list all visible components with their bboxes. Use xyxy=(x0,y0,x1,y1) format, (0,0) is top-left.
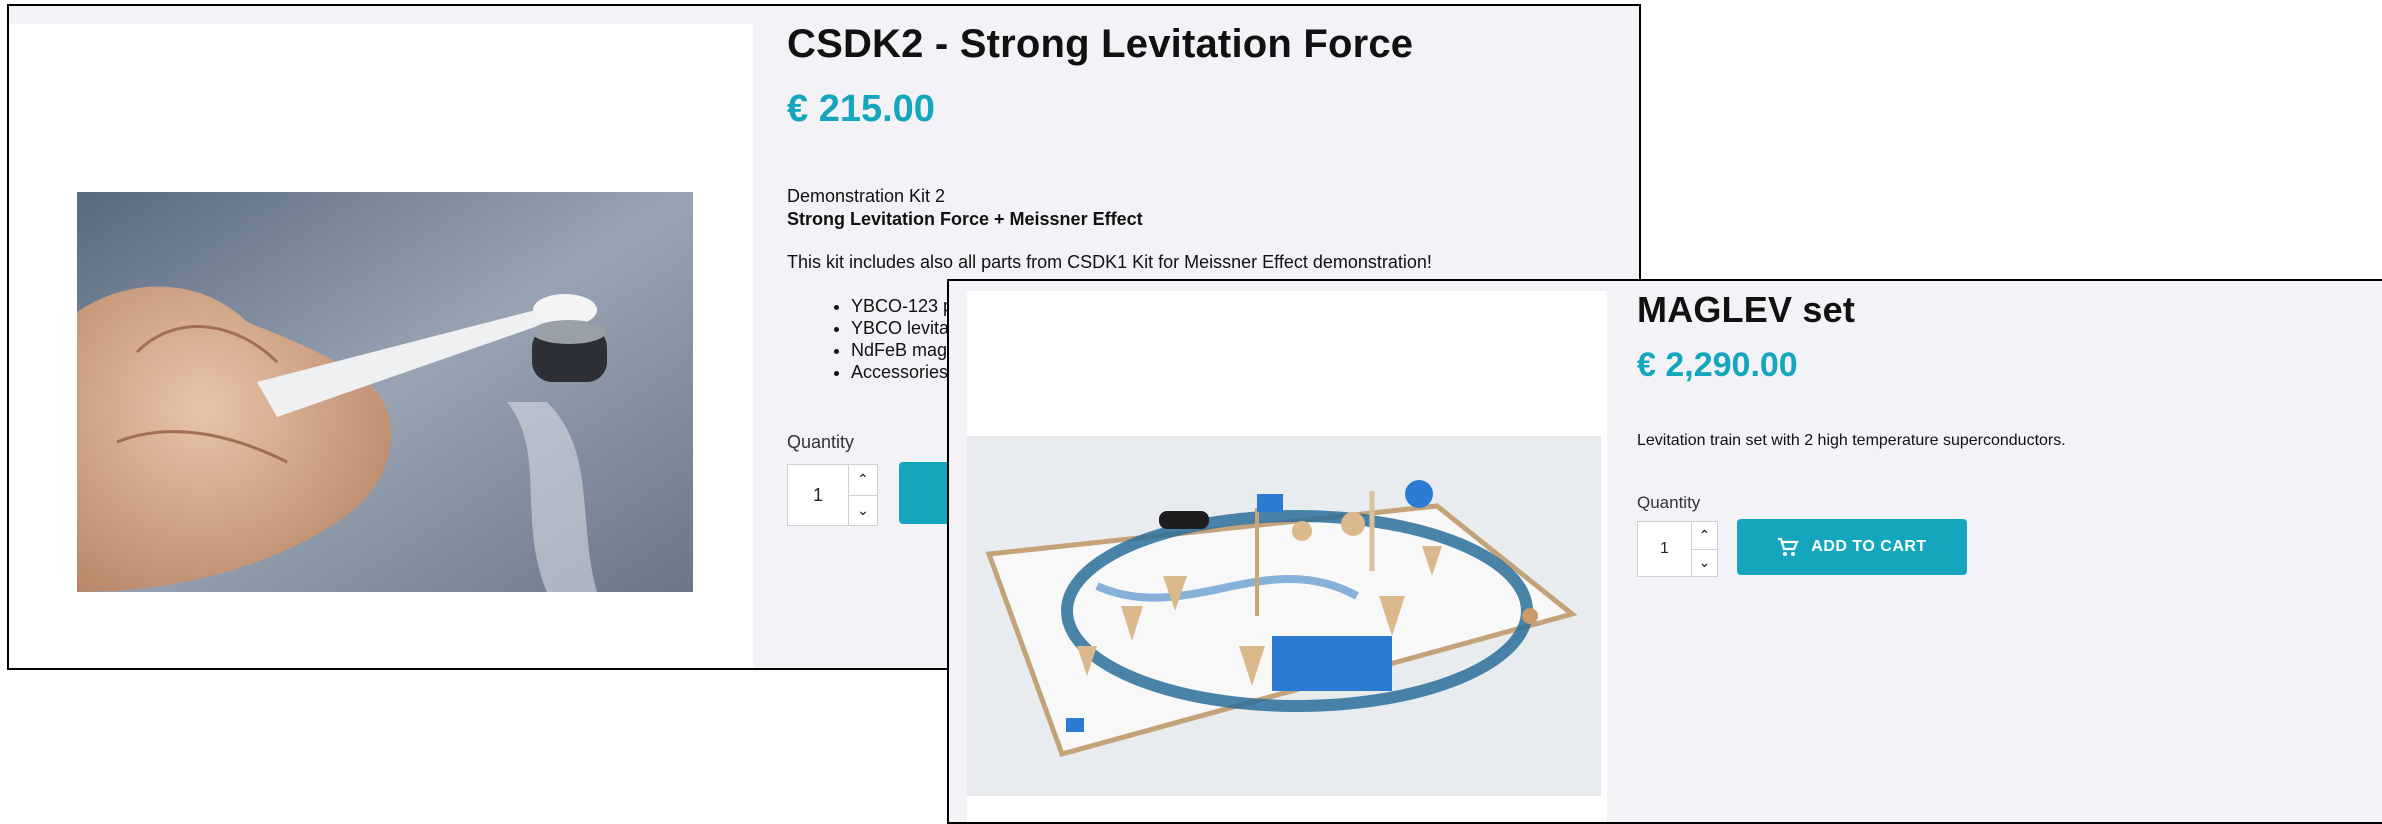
product-price: € 2,290.00 xyxy=(1637,346,1798,384)
add-to-cart-button[interactable]: ADD TO CART xyxy=(1737,519,1967,575)
quantity-input[interactable] xyxy=(1637,521,1692,577)
product-title: MAGLEV set xyxy=(1637,289,1856,330)
product-photo-maglev xyxy=(967,436,1601,796)
product-image-container xyxy=(967,291,1607,822)
quantity-stepper[interactable]: ⌃ ⌄ xyxy=(848,464,878,526)
chevron-up-icon[interactable]: ⌃ xyxy=(849,465,877,495)
feature-item: YBCO levita xyxy=(851,317,953,339)
quantity-stepper[interactable]: ⌃ ⌄ xyxy=(1691,521,1718,577)
product-price: € 215.00 xyxy=(787,88,935,130)
feature-item: Accessories xyxy=(851,361,953,383)
quantity-input[interactable] xyxy=(787,464,849,526)
cart-icon xyxy=(1777,537,1799,557)
product-panel-maglev: MAGLEV set € 2,290.00 Levitation train s… xyxy=(947,279,2382,824)
feature-list: YBCO-123 p YBCO levita NdFeB mag Accesso… xyxy=(821,295,953,383)
add-to-cart-label: ADD TO CART xyxy=(1811,538,1927,555)
product-image-container xyxy=(9,24,753,668)
chevron-down-icon[interactable]: ⌄ xyxy=(849,494,877,526)
chevron-up-icon[interactable]: ⌃ xyxy=(1692,522,1717,549)
chevron-down-icon[interactable]: ⌄ xyxy=(1692,548,1717,577)
product-description: This kit includes also all parts from CS… xyxy=(787,252,1432,272)
feature-item: NdFeB mag xyxy=(851,339,953,361)
product-title: CSDK2 - Strong Levitation Force xyxy=(787,22,1414,66)
product-subtitle: Demonstration Kit 2 xyxy=(787,186,946,206)
product-description: Levitation train set with 2 high tempera… xyxy=(1637,432,2066,449)
product-subtitle-bold: Strong Levitation Force + Meissner Effec… xyxy=(787,209,1143,229)
quantity-label: Quantity xyxy=(787,432,855,452)
quantity-label: Quantity xyxy=(1637,493,1701,512)
feature-item: YBCO-123 p xyxy=(851,295,953,317)
product-photo-tweezers xyxy=(77,192,693,592)
